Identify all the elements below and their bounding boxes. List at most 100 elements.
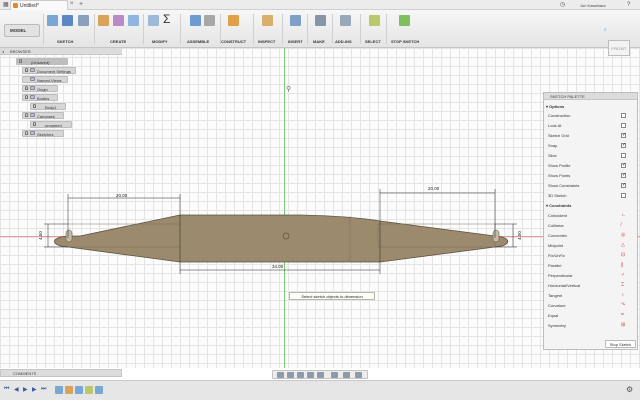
constraint-item[interactable]: Coincident xyxy=(548,213,567,218)
user-name[interactable]: Jon Kawahara xyxy=(580,3,606,8)
lock-icon[interactable]: ⊡ xyxy=(621,252,625,258)
fast-forward-icon[interactable]: ⏭ xyxy=(41,386,46,393)
select-menu[interactable]: SELECT xyxy=(365,39,381,44)
insert-menu[interactable]: INSERT xyxy=(288,39,303,44)
dimension-left-height[interactable]: 4.50 xyxy=(38,231,43,240)
bulb-icon[interactable] xyxy=(25,68,28,72)
assemble-menu[interactable]: ASSEMBLE xyxy=(187,39,209,44)
constraint-item[interactable]: Collinear xyxy=(548,223,564,228)
perpendicular-icon[interactable]: ✓ xyxy=(621,272,625,278)
bulb-icon[interactable] xyxy=(25,113,28,117)
grid-settings-icon[interactable] xyxy=(343,372,350,378)
stop-sketch-icon[interactable] xyxy=(399,15,410,26)
dimension-left-width[interactable]: 20.00 xyxy=(116,193,127,198)
palette-option-checkbox[interactable] xyxy=(621,182,626,188)
stop-sketch-menu[interactable]: STOP SKETCH xyxy=(391,39,419,44)
scripts-icon[interactable] xyxy=(340,15,351,26)
timeline-sketch-icon[interactable] xyxy=(95,386,103,394)
dimension-middle-width[interactable]: 34.00 xyxy=(272,264,283,269)
bulb-icon[interactable] xyxy=(19,59,22,63)
timeline-sketch-icon[interactable] xyxy=(55,386,63,394)
constraint-item[interactable]: Fix/UnFix xyxy=(548,253,565,258)
bulb-icon[interactable] xyxy=(25,95,28,99)
workspace-mode-button[interactable]: MODEL xyxy=(4,24,40,37)
measure-icon[interactable] xyxy=(262,15,273,26)
sketch-line-icon[interactable] xyxy=(78,15,89,26)
new-component-icon[interactable] xyxy=(190,15,201,26)
midpoint-icon[interactable]: △ xyxy=(621,242,625,248)
palette-option-checkbox[interactable] xyxy=(621,162,626,168)
press-pull-icon[interactable] xyxy=(148,15,159,26)
tangent-icon[interactable]: ♁ xyxy=(621,292,625,298)
timeline-extrude-icon[interactable] xyxy=(65,386,73,394)
constraint-item[interactable]: Horizontal/Vertical xyxy=(548,283,580,288)
modify-menu[interactable]: MODIFY xyxy=(152,39,168,44)
select-icon[interactable] xyxy=(369,15,380,26)
help-icon[interactable]: ? xyxy=(627,2,630,8)
constraint-item[interactable]: Midpoint xyxy=(548,243,563,248)
comments-panel[interactable]: COMMENTS xyxy=(0,369,122,377)
create-menu[interactable]: CREATE xyxy=(110,39,126,44)
palette-option-checkbox[interactable] xyxy=(621,172,626,178)
palette-option-checkbox[interactable] xyxy=(621,123,626,128)
collinear-icon[interactable]: ⁄ xyxy=(621,222,622,228)
options-header[interactable]: ▾ Options xyxy=(546,104,564,109)
extrude-icon[interactable] xyxy=(98,15,109,26)
undo-sketch-icon[interactable] xyxy=(62,15,73,26)
constraint-item[interactable]: Symmetry xyxy=(548,323,566,328)
new-tab-icon[interactable]: + xyxy=(79,1,83,8)
parallel-icon[interactable]: ∥ xyxy=(621,262,624,268)
timeline-canvas-icon[interactable] xyxy=(85,386,93,394)
step-back-icon[interactable]: ◀ xyxy=(14,386,19,393)
app-grid-icon[interactable]: ▦ xyxy=(3,2,9,8)
bulb-icon[interactable] xyxy=(33,122,36,126)
coincident-icon[interactable]: ∟ xyxy=(621,212,626,218)
palette-option-checkbox[interactable] xyxy=(621,113,626,118)
constraint-item[interactable]: Concentric xyxy=(548,233,567,238)
dimension-right-height[interactable]: 4.50 xyxy=(517,231,522,240)
palette-option-checkbox[interactable] xyxy=(621,193,626,198)
construct-menu[interactable]: CONSTRUCT xyxy=(221,39,246,44)
constraint-item[interactable]: Tangent xyxy=(548,293,562,298)
make-menu[interactable]: MAKE xyxy=(313,39,325,44)
constraint-item[interactable]: Curvature xyxy=(548,303,566,308)
close-tab-icon[interactable]: × xyxy=(70,1,74,7)
form-icon[interactable] xyxy=(113,15,124,26)
step-forward-icon[interactable]: ▶ xyxy=(32,386,37,393)
body-profile[interactable] xyxy=(54,214,509,263)
insert-image-icon[interactable] xyxy=(290,15,301,26)
concentric-icon[interactable]: ◎ xyxy=(621,232,625,238)
horizontal-vertical-icon[interactable]: ⌶ xyxy=(621,282,624,288)
3d-print-icon[interactable] xyxy=(315,15,326,26)
joint-icon[interactable] xyxy=(204,15,215,26)
bulb-icon[interactable] xyxy=(25,131,28,135)
orbit-icon[interactable] xyxy=(277,372,284,378)
browser-header[interactable]: ◂ BROWSER xyxy=(0,48,122,55)
dimension-right-width[interactable]: 20.00 xyxy=(428,186,439,191)
document-tab[interactable]: Untitled* xyxy=(10,0,68,10)
viewports-icon[interactable] xyxy=(355,372,362,378)
palette-option-checkbox[interactable] xyxy=(621,153,626,158)
bulb-icon[interactable] xyxy=(25,86,28,90)
pan-icon[interactable] xyxy=(297,372,304,378)
look-at-icon[interactable] xyxy=(287,372,294,378)
equal-icon[interactable]: = xyxy=(621,312,624,318)
inspect-menu[interactable]: INSPECT xyxy=(258,39,275,44)
constraint-item[interactable]: Equal xyxy=(548,313,558,318)
stop-sketch-button[interactable]: Stop Sketch xyxy=(605,340,636,348)
curvature-icon[interactable]: ↷ xyxy=(621,302,625,308)
palette-option-checkbox[interactable] xyxy=(621,142,626,148)
add-ins-menu[interactable]: ADD-INS xyxy=(335,39,352,44)
palette-header[interactable]: SKETCH PALETTE xyxy=(544,93,637,100)
play-icon[interactable]: ▶ xyxy=(23,386,28,393)
right-end-cap[interactable] xyxy=(492,229,500,243)
constraint-item[interactable]: Parallel xyxy=(548,263,561,268)
rewind-icon[interactable]: ⏮ xyxy=(4,386,9,393)
sketch-menu[interactable]: SKETCH xyxy=(57,39,73,44)
create-sketch-icon[interactable] xyxy=(47,15,58,26)
left-end-cap[interactable] xyxy=(65,229,73,243)
box-icon[interactable] xyxy=(128,15,139,26)
collapse-arrow-icon[interactable]: ◂ xyxy=(2,49,4,54)
palette-option-checkbox[interactable] xyxy=(621,132,626,138)
constraint-item[interactable]: Perpendicular xyxy=(548,273,573,278)
